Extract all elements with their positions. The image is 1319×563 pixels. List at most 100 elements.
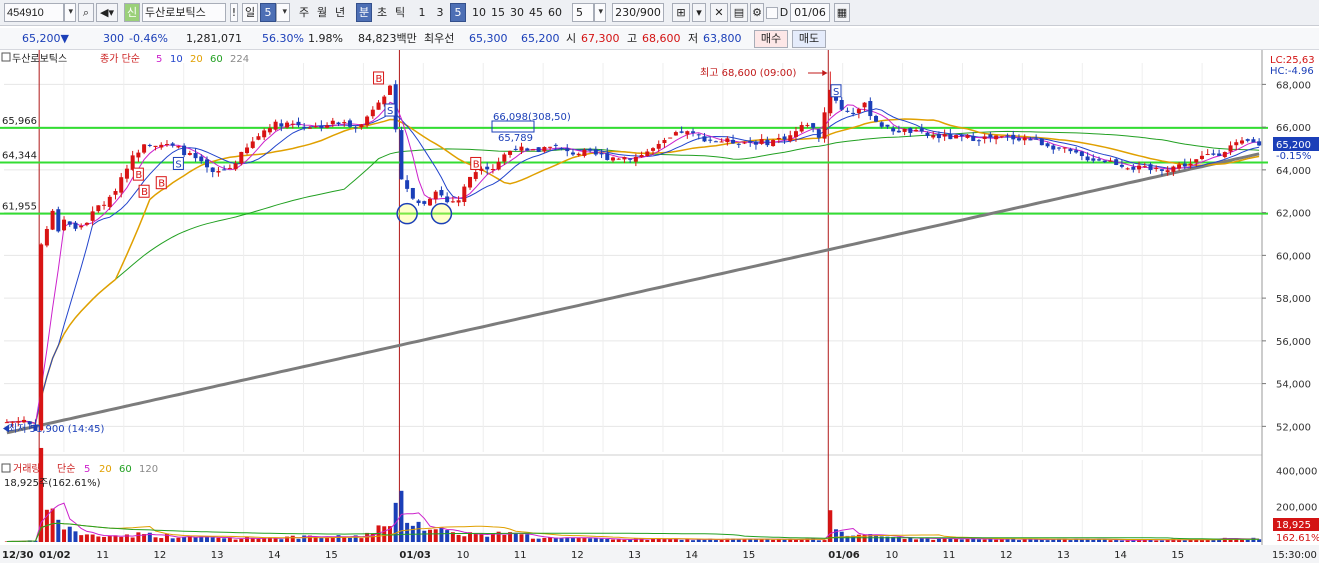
volume-bar [1154, 540, 1159, 542]
period-minute-button[interactable]: 분 [356, 3, 372, 22]
candle-body [1039, 138, 1044, 146]
candle-body [473, 172, 478, 179]
candle-body [628, 158, 633, 160]
period-second-button[interactable]: 초 [374, 3, 390, 22]
box-label-secondary: 65,789 [498, 133, 533, 144]
interval-button-15[interactable]: 15 [489, 3, 507, 22]
candle-body [245, 147, 250, 154]
candle-body [931, 135, 936, 138]
volume-bar [742, 539, 747, 542]
volume-bar [994, 539, 999, 542]
candle-body [182, 145, 187, 156]
buy-button[interactable]: 매수 [754, 30, 788, 48]
speaker-icon[interactable]: ◀▾ [96, 3, 118, 22]
volume-current-readout: 18,925주(162.61%) [4, 478, 101, 489]
buy-signal-label: B [376, 74, 383, 85]
interval-custom-dropdown[interactable] [594, 3, 606, 22]
level-label: 64,344 [2, 151, 37, 162]
period-dropdown-button[interactable] [276, 3, 290, 22]
volume-bar [359, 538, 364, 542]
tool-dropdown-icon[interactable]: ▾ [692, 3, 706, 22]
interval-button-30[interactable]: 30 [508, 3, 526, 22]
candle-body [862, 102, 867, 108]
buy-signal-label: B [141, 187, 148, 198]
candle-body [216, 171, 221, 173]
volume-legend-ma-120: 120 [139, 464, 158, 475]
candle-body [948, 134, 953, 140]
candle-body [490, 169, 495, 171]
candle-body [262, 130, 267, 138]
period-value[interactable]: 5 [260, 3, 276, 22]
candle-body [753, 141, 758, 145]
volume-bar [1182, 540, 1187, 542]
volume-bar [502, 534, 507, 542]
candle-body [759, 139, 764, 144]
sell-button[interactable]: 매도 [792, 30, 826, 48]
interval-button-45[interactable]: 45 [527, 3, 545, 22]
search-icon[interactable]: ⌕ [78, 3, 94, 22]
candle-body [942, 134, 947, 137]
volume-bar [290, 535, 295, 542]
candle-body [147, 144, 152, 146]
candle-body [39, 244, 44, 431]
interval-button-5[interactable]: 5 [450, 3, 466, 22]
volume-bar [908, 537, 913, 542]
highlight-circle [430, 202, 453, 225]
volume-bar [347, 537, 352, 542]
volume-bar [262, 538, 267, 542]
candle-body [673, 132, 678, 136]
erase-tool-icon[interactable]: ✕ [710, 3, 728, 22]
interval-button-10[interactable]: 10 [470, 3, 488, 22]
candle-body [376, 102, 381, 110]
candle-body [1217, 153, 1222, 156]
notice-icon[interactable]: ! [230, 3, 238, 22]
candle-body [1142, 166, 1147, 168]
candle-body [233, 163, 238, 170]
candle-body [748, 141, 753, 143]
period-tick-button[interactable]: 틱 [392, 3, 408, 22]
period-day-button[interactable]: 일 [242, 3, 258, 22]
settings-gear-icon[interactable]: ⚙ [750, 3, 764, 22]
volume-bar [1034, 539, 1039, 542]
code-input[interactable] [4, 3, 64, 22]
save-image-icon[interactable]: ▤ [730, 3, 748, 22]
volume-tag: 18,925 [1276, 520, 1311, 531]
candle-body [536, 147, 541, 152]
volume-bar [445, 530, 450, 542]
period-year-button[interactable]: 년 [332, 3, 348, 22]
volume-bar [107, 536, 112, 542]
legend-ma-224: 224 [230, 54, 249, 65]
interval-button-60[interactable]: 60 [546, 3, 564, 22]
period-week-button[interactable]: 주 [296, 3, 312, 22]
volume-bar [976, 539, 981, 542]
candle-body [982, 136, 987, 139]
volume-bar [816, 540, 821, 542]
candle-body [10, 421, 15, 423]
calendar-icon[interactable]: ▦ [834, 3, 850, 22]
period-month-button[interactable]: 월 [314, 3, 330, 22]
bar-count-display[interactable]: 230/900 [612, 3, 664, 22]
volume-pct-tag: 162.61% [1276, 533, 1319, 544]
volume-bar [216, 537, 221, 542]
date-checkbox[interactable] [766, 7, 778, 19]
candle-body [919, 128, 924, 132]
interval-button-1[interactable]: 1 [414, 3, 430, 22]
legend-series: 종가 단순 [100, 53, 140, 65]
candle-body [622, 157, 627, 160]
stock-name[interactable]: 두산로보틱스 [142, 3, 226, 22]
candle-body [525, 148, 530, 151]
candle-body [994, 135, 999, 140]
candle-body [1165, 170, 1170, 173]
legend-ma-20: 20 [190, 54, 203, 65]
interval-button-3[interactable]: 3 [432, 3, 448, 22]
volume-bar [1016, 540, 1021, 542]
code-dropdown-button[interactable] [64, 3, 76, 22]
date-input[interactable]: 01/06 [790, 3, 830, 22]
candle-body [971, 135, 976, 141]
interval-custom-input[interactable]: 5 [572, 3, 594, 22]
draw-tool-icon[interactable]: ⊞ [672, 3, 690, 22]
price-chart[interactable]: 65,966 64,344 61,955 68,000 66,000 64,000 62,… [0, 50, 1319, 563]
candle-body [222, 169, 227, 171]
date-check-label: D [779, 6, 789, 19]
time-axis-label: 15 [1171, 550, 1184, 561]
